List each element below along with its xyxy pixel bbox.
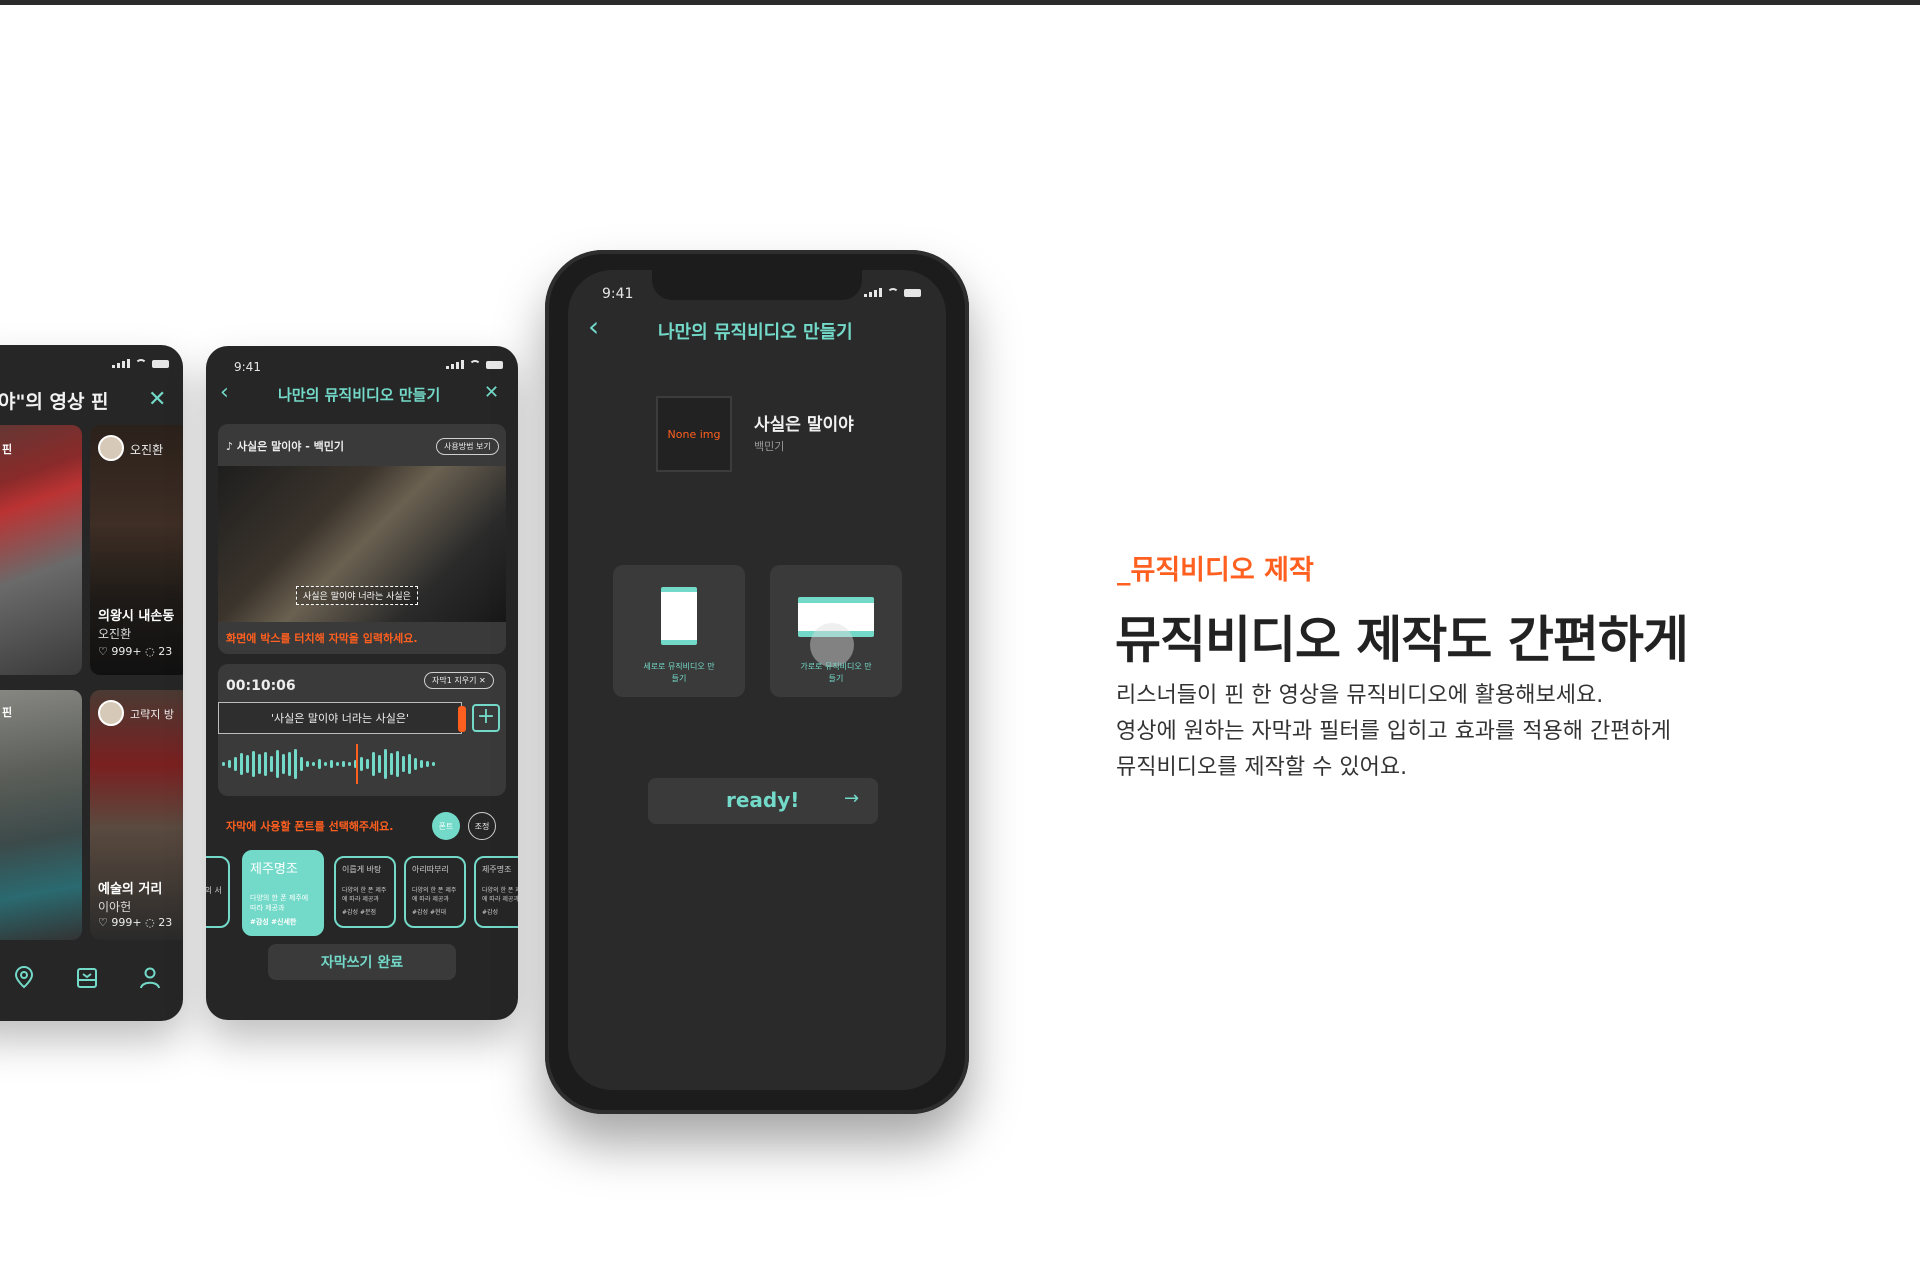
artist-name: 백민기 — [754, 440, 785, 453]
adjust-toggle[interactable]: 조정 — [468, 812, 496, 840]
add-icon[interactable]: + — [472, 704, 500, 732]
vertical-mode-option[interactable]: 세로로 뮤직비디오 만들기 — [613, 565, 745, 697]
status-icons — [112, 359, 169, 368]
pin-card[interactable]: 의 영상 핀 2 — [0, 690, 82, 940]
pin-card[interactable]: 오진환 의왕시 내손동 오진환 ♡ 999+ ◌ 23 — [90, 425, 183, 675]
font-card[interactable]: 바탕 다양 나의 서체 — [206, 856, 230, 928]
subtitle-box[interactable]: 사실은 말이야 너라는 사실은 — [296, 586, 418, 605]
audio-waveform[interactable] — [222, 744, 435, 784]
music-note-icon: ♪ — [226, 440, 234, 453]
font-prompt: 자막에 사용할 폰트를 선택해주세요. — [226, 820, 394, 833]
wifi-icon — [135, 359, 147, 368]
battery-icon — [486, 361, 503, 369]
playhead[interactable] — [356, 744, 358, 784]
heart-icon[interactable]: ♡ — [98, 645, 108, 658]
page-title: 야"의 영상 핀 — [0, 391, 109, 413]
timestamp: 00:10:06 — [226, 678, 296, 694]
top-border — [0, 0, 1920, 5]
font-card-selected[interactable]: 제주명조 다양의 한 폰 제주에 따라 제공과 #감성 #신세한 — [242, 850, 324, 936]
complete-button[interactable]: 자막쓰기 완료 — [268, 944, 456, 980]
pin-card[interactable]: 의 영상 핀 2 — [0, 425, 82, 675]
section-label: _뮤직비디오 제작 — [1117, 555, 1314, 586]
hint-text: 화면에 박스를 터치해 자막을 입력하세요. — [226, 632, 418, 645]
album-thumbnail: None img — [656, 396, 732, 472]
status-time: 9:41 — [234, 360, 261, 374]
subtitle-input[interactable]: '사실은 말이야 너라는 사실은' — [218, 702, 462, 734]
status-icons — [446, 360, 503, 369]
ready-button[interactable]: ready! → — [648, 778, 878, 824]
comment-icon[interactable]: ◌ — [145, 916, 155, 929]
vertical-phone-icon — [661, 587, 697, 645]
battery-icon — [904, 289, 921, 297]
description: 리스너들이 핀 한 영상을 뮤직비디오에 활용해보세요. 영상에 원하는 자막과… — [1116, 678, 1671, 786]
comment-icon[interactable]: ◌ — [145, 645, 155, 658]
guide-button[interactable]: 사용방법 보기 — [436, 438, 499, 455]
font-card[interactable]: 아리따부리 다양의 한 폰 제주에 따라 제공과 #감성 #현대 — [404, 856, 466, 928]
close-icon: ✕ — [478, 676, 486, 685]
back-icon[interactable]: ‹ — [220, 380, 229, 405]
font-card[interactable]: 제주명조 다양의 한 폰 제주에 따라 제공과 #감성 — [474, 856, 518, 928]
pin-icon[interactable] — [14, 965, 34, 995]
wifi-icon — [887, 288, 899, 297]
description-line: 리스너들이 핀 한 영상을 뮤직비디오에 활용해보세요. — [1116, 683, 1604, 708]
battery-icon — [152, 360, 169, 368]
avatar — [98, 700, 124, 726]
video-panel: ♪ 사실은 말이야 - 백민기 사용방법 보기 사실은 말이야 너라는 사실은 … — [218, 424, 506, 654]
song-label: 사실은 말이야 - 백민기 — [236, 440, 345, 453]
close-icon[interactable]: ✕ — [148, 387, 166, 412]
delete-subtitle-button[interactable]: 자막1 지우기 ✕ — [424, 672, 494, 689]
font-toggle[interactable]: 폰트 — [432, 812, 460, 840]
heart-icon[interactable]: ♡ — [98, 916, 108, 929]
phone-notch — [652, 270, 862, 300]
video-preview[interactable]: 사실은 말이야 너라는 사실은 — [218, 466, 506, 622]
font-card[interactable]: 이릅게 바탕 다양의 한 폰 제주에 따라 제공과 #감성 #분점 — [334, 856, 396, 928]
profile-icon[interactable] — [140, 967, 160, 995]
description-line: 뮤직비디오를 제작할 수 있어요. — [1116, 755, 1408, 780]
subtitle-panel: 00:10:06 자막1 지우기 ✕ '사실은 말이야 너라는 사실은' + — [218, 664, 506, 796]
back-icon[interactable]: ‹ — [588, 310, 599, 343]
presentation-page: 야"의 영상 핀 ✕ 의 영상 핀 2 오진환 의왕시 내손동 오진환 ♡ 99… — [0, 0, 1920, 1280]
horizontal-mode-option[interactable]: 가로로 뮤직비디오 만들기 — [770, 565, 902, 697]
status-time: 9:41 — [602, 286, 634, 302]
phone-mode-select: 9:41 ‹ 나만의 뮤직비디오 만들기 None img 사실은 말이야 백민… — [568, 270, 946, 1090]
phone-subtitle-editor: 9:41 ‹ 나만의 뮤직비디오 만들기 ✕ ♪ 사실은 말이야 - 백민기 사… — [206, 346, 518, 1020]
description-line: 영상에 원하는 자막과 필터를 입히고 효과를 적용해 간편하게 — [1116, 719, 1671, 744]
headline: 뮤직비디오 제작도 간편하게 — [1115, 611, 1689, 669]
status-icons — [864, 288, 921, 297]
song-title: 사실은 말이야 — [754, 415, 854, 435]
pin-card[interactable]: 고략지 방 예술의 거리 이아헌 ♡ 999+ ◌ 23 — [90, 690, 183, 940]
bookmark-icon[interactable] — [76, 967, 98, 995]
page-title: 나만의 뮤직비디오 만들기 — [658, 322, 853, 343]
phone-pin-list: 야"의 영상 핀 ✕ 의 영상 핀 2 오진환 의왕시 내손동 오진환 ♡ 99… — [0, 345, 183, 1021]
close-icon[interactable]: ✕ — [484, 382, 499, 403]
wifi-icon — [469, 360, 481, 369]
page-title: 나만의 뮤직비디오 만들기 — [278, 386, 441, 404]
caret-handle[interactable] — [458, 706, 466, 732]
avatar — [98, 435, 124, 461]
arrow-right-icon: → — [844, 788, 860, 809]
